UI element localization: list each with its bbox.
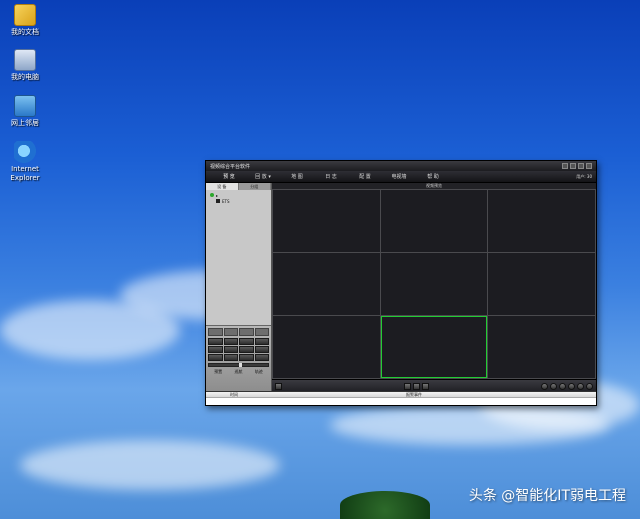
window-title: 视频综合平台软件 bbox=[210, 163, 251, 170]
desktop-icon-my-documents[interactable]: 我的文档 bbox=[0, 4, 50, 37]
desktop-icon-label: 网上邻居 bbox=[11, 119, 39, 127]
menu-map[interactable]: 地 图 bbox=[280, 173, 314, 180]
menu-config[interactable]: 配 置 bbox=[348, 173, 382, 180]
network-places-icon bbox=[14, 95, 36, 117]
lock-button[interactable] bbox=[562, 163, 568, 169]
ptz-up-button[interactable] bbox=[223, 338, 238, 345]
menu-playback[interactable]: 回 放 ▾ bbox=[246, 173, 280, 180]
tree-node-label: ETS bbox=[222, 198, 230, 204]
internet-explorer-icon bbox=[14, 141, 36, 163]
col-time[interactable]: 时间 bbox=[206, 392, 326, 397]
ptz-up-left-button[interactable] bbox=[208, 338, 223, 345]
ptz-zoom-in-button[interactable] bbox=[254, 338, 269, 345]
tab-groups[interactable]: 分组 bbox=[238, 183, 271, 190]
menu-help[interactable]: 帮 助 bbox=[416, 173, 450, 180]
play-icon[interactable] bbox=[404, 383, 411, 390]
video-cell[interactable] bbox=[488, 190, 595, 252]
current-user: 用户: 30 bbox=[576, 173, 592, 179]
video-cell[interactable] bbox=[488, 253, 595, 315]
desktop-icon-label: 我的电脑 bbox=[11, 73, 39, 81]
preview-area: 视频预览 bbox=[272, 183, 596, 393]
record-icon[interactable] bbox=[422, 383, 429, 390]
ptz-focus-button[interactable] bbox=[254, 346, 269, 353]
video-cell[interactable] bbox=[488, 316, 595, 378]
desktop-icon-network-places[interactable]: 网上邻居 bbox=[0, 95, 50, 128]
col-alarm-event[interactable]: 报警事件 bbox=[326, 392, 596, 397]
ptz-speed-slider[interactable] bbox=[208, 363, 269, 367]
my-computer-icon bbox=[14, 49, 36, 71]
device-tree: ▸ ETS bbox=[206, 190, 271, 206]
device-panel: 设 备 分组 ▸ ETS 预置 巡航 轨迹 bbox=[206, 183, 272, 393]
ptz-control-panel: 预置 巡航 轨迹 bbox=[206, 325, 271, 393]
desktop-icon-internet-explorer[interactable]: Internet Explorer bbox=[0, 141, 50, 183]
search-icon[interactable] bbox=[541, 383, 548, 390]
ptz-left-button[interactable] bbox=[208, 346, 223, 353]
ptz-tab-3[interactable] bbox=[239, 328, 254, 336]
ptz-tab-1[interactable] bbox=[208, 328, 223, 336]
my-documents-icon bbox=[14, 4, 36, 26]
vms-window: 视频综合平台软件 预 览 回 放 ▾ 地 图 日 志 配 置 电视墙 帮 助 用… bbox=[205, 160, 597, 406]
ptz-preset-label[interactable]: 预置 bbox=[214, 369, 222, 375]
ptz-down-right-button[interactable] bbox=[239, 354, 254, 361]
video-cell[interactable] bbox=[273, 190, 380, 252]
video-cell-selected[interactable] bbox=[380, 316, 488, 378]
camera-icon bbox=[216, 199, 220, 203]
maximize-button[interactable] bbox=[578, 163, 584, 169]
video-cell[interactable] bbox=[380, 253, 488, 315]
video-grid bbox=[272, 189, 596, 379]
prev-icon[interactable] bbox=[559, 383, 566, 390]
video-cell[interactable] bbox=[380, 190, 488, 252]
ptz-track-label[interactable]: 轨迹 bbox=[255, 369, 263, 375]
close-button[interactable] bbox=[586, 163, 592, 169]
fullscreen-icon[interactable] bbox=[586, 383, 593, 390]
desktop-icon-label: 我的文档 bbox=[11, 28, 39, 36]
video-cell[interactable] bbox=[273, 253, 380, 315]
tree-decoration bbox=[340, 491, 430, 519]
minimize-button[interactable] bbox=[570, 163, 576, 169]
menu-tv-wall[interactable]: 电视墙 bbox=[382, 173, 416, 180]
menu-log[interactable]: 日 志 bbox=[314, 173, 348, 180]
alarm-list: 时间 报警事件 bbox=[206, 391, 596, 405]
watermark: 头条 @智能化IT弱电工程 bbox=[468, 488, 626, 504]
ptz-cruise-label[interactable]: 巡航 bbox=[234, 369, 242, 375]
ptz-iris-button[interactable] bbox=[254, 354, 269, 361]
stop-icon[interactable] bbox=[568, 383, 575, 390]
menu-preview[interactable]: 预 览 bbox=[212, 173, 246, 180]
ptz-right-button[interactable] bbox=[239, 346, 254, 353]
tree-node-device[interactable]: ETS bbox=[210, 198, 267, 204]
video-cell[interactable] bbox=[273, 316, 380, 378]
ptz-down-button[interactable] bbox=[223, 354, 238, 361]
next-icon[interactable] bbox=[577, 383, 584, 390]
snapshot-icon[interactable] bbox=[413, 383, 420, 390]
ptz-down-left-button[interactable] bbox=[208, 354, 223, 361]
layout-icon[interactable] bbox=[275, 383, 282, 390]
camera-capture-icon[interactable] bbox=[550, 383, 557, 390]
ptz-up-right-button[interactable] bbox=[239, 338, 254, 345]
slider-knob[interactable] bbox=[239, 363, 242, 367]
online-icon bbox=[210, 193, 214, 197]
desktop-icon-my-computer[interactable]: 我的电脑 bbox=[0, 49, 50, 82]
tab-devices[interactable]: 设 备 bbox=[206, 183, 239, 190]
title-bar[interactable]: 视频综合平台软件 bbox=[206, 161, 596, 171]
ptz-tab-4[interactable] bbox=[254, 328, 269, 336]
menu-bar: 预 览 回 放 ▾ 地 图 日 志 配 置 电视墙 帮 助 用户: 30 bbox=[206, 171, 596, 183]
tree-root-label: ▸ bbox=[216, 192, 219, 198]
ptz-tab-2[interactable] bbox=[223, 328, 238, 336]
desktop-icon-label: Internet Explorer bbox=[10, 165, 40, 182]
ptz-auto-button[interactable] bbox=[223, 346, 238, 353]
